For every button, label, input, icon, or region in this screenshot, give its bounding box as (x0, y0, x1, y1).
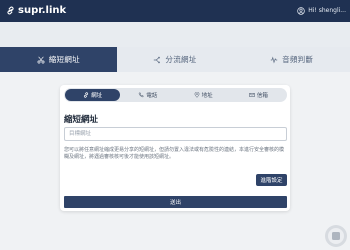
scissors-icon (37, 56, 45, 63)
phone-icon (139, 92, 144, 98)
watermark-icon (325, 225, 347, 247)
hero-banner (0, 22, 350, 47)
tab-label: 音頻判斷 (282, 55, 314, 64)
tab-split-url[interactable]: 分流網址 (116, 47, 234, 72)
logo-text: supr.link (18, 5, 67, 16)
subtab-label: 網址 (91, 93, 103, 99)
mail-icon (249, 93, 255, 97)
tab-label: 分流網址 (165, 55, 197, 64)
subtab-address[interactable]: 地址 (176, 89, 231, 101)
submit-button[interactable]: 送出 (64, 196, 287, 208)
link-logo-icon (7, 6, 14, 15)
pin-icon (194, 92, 199, 98)
subtab-email[interactable]: 信箱 (231, 89, 286, 101)
subtab-label: 信箱 (256, 93, 268, 99)
type-selector: 網址 電話 地址 信箱 (64, 88, 287, 102)
logo[interactable]: supr.link (6, 3, 66, 18)
tab-audio-detect[interactable]: 音頻判斷 (233, 47, 350, 72)
split-icon (154, 56, 161, 63)
subtab-label: 電話 (146, 93, 158, 99)
link-icon (84, 92, 89, 98)
top-navigation-bar: supr.link Hi! shengli... (0, 0, 350, 22)
tab-shorten-url[interactable]: 縮短網址 (0, 47, 117, 72)
usage-note: 您可以將任意網址縮成更易分享的短網址，但請勿置入違法或有危險性的連結，本進行安全… (64, 147, 285, 160)
user-menu[interactable]: Hi! shengli... (297, 5, 346, 17)
target-url-input[interactable] (64, 127, 287, 141)
subtab-phone[interactable]: 電話 (120, 89, 175, 101)
page-title: 縮短網址 (64, 115, 99, 125)
advanced-settings-button[interactable]: 進階設定 (256, 174, 287, 186)
wave-icon (270, 55, 278, 64)
main-tabs: 縮短網址 分流網址 音頻判斷 (0, 47, 350, 72)
user-circle-icon (297, 7, 305, 15)
subtab-url[interactable]: 網址 (65, 89, 121, 101)
subtab-label: 地址 (201, 93, 213, 99)
tab-label: 縮短網址 (48, 55, 80, 64)
user-greeting: Hi! shengli... (308, 7, 346, 14)
